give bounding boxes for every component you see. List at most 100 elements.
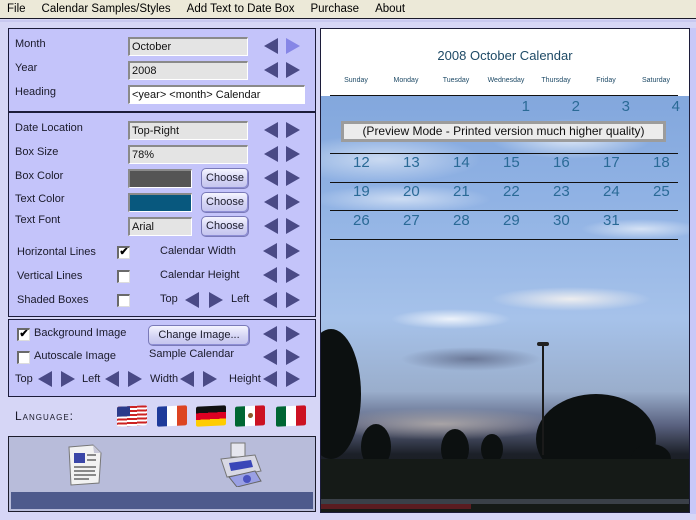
image-left-decrease-arrow-icon[interactable] bbox=[105, 371, 119, 387]
document-icon bbox=[68, 444, 102, 486]
actions-panel: Refresh Calendar! Print Calendar! bbox=[8, 436, 316, 512]
calendar-date: 22 bbox=[503, 183, 520, 200]
calendar-height-label: Calendar Height bbox=[160, 269, 240, 281]
image-top-increase-arrow-icon[interactable] bbox=[61, 371, 75, 387]
calendar-date: 13 bbox=[403, 154, 420, 171]
menu-file[interactable]: File bbox=[0, 3, 26, 15]
image-left-label: Left bbox=[82, 373, 101, 385]
text-color-next-arrow-icon[interactable] bbox=[286, 194, 300, 210]
shaded-boxes-checkbox[interactable] bbox=[117, 294, 130, 307]
autoscale-image-checkbox[interactable] bbox=[17, 351, 30, 364]
date-location-prev-arrow-icon[interactable] bbox=[264, 122, 278, 138]
background-image-label: Background Image bbox=[34, 327, 127, 339]
us-flag-icon[interactable] bbox=[117, 405, 147, 427]
window-edge bbox=[690, 28, 696, 514]
calendar-date: 2 bbox=[571, 98, 580, 115]
image-width-label: Width bbox=[150, 373, 179, 385]
lamp-pole bbox=[542, 345, 544, 455]
year-next-arrow-icon[interactable] bbox=[286, 62, 300, 78]
text-font-choose-button[interactable]: Choose bbox=[201, 216, 249, 237]
vertical-lines-checkbox[interactable] bbox=[117, 270, 130, 283]
calendar-date: 15 bbox=[503, 154, 520, 171]
image-width-decrease-arrow-icon[interactable] bbox=[180, 371, 194, 387]
sample-calendar-prev-arrow-icon[interactable] bbox=[263, 349, 277, 365]
text-font-label: Text Font bbox=[15, 214, 61, 226]
horizontal-lines-checkbox[interactable]: ✔ bbox=[117, 246, 130, 259]
year-field[interactable]: 2008 bbox=[128, 61, 248, 80]
calendar-date: 19 bbox=[353, 183, 370, 200]
calendar-top-decrease-arrow-icon[interactable] bbox=[185, 292, 199, 308]
month-prev-arrow-icon[interactable] bbox=[264, 38, 278, 54]
text-font-field[interactable]: Arial bbox=[128, 217, 192, 236]
menu-about[interactable]: About bbox=[367, 3, 405, 15]
calendar-date: 28 bbox=[453, 212, 470, 229]
france-flag-icon[interactable] bbox=[157, 405, 187, 427]
image-next-arrow-icon[interactable] bbox=[286, 326, 300, 342]
calendar-width-increase-arrow-icon[interactable] bbox=[286, 243, 300, 259]
italy-flag-icon[interactable] bbox=[276, 405, 306, 427]
calendar-row-divider bbox=[330, 239, 678, 240]
calendar-top-increase-arrow-icon[interactable] bbox=[209, 292, 223, 308]
menu-purchase[interactable]: Purchase bbox=[302, 3, 359, 15]
calendar-width-label: Calendar Width bbox=[160, 245, 236, 257]
calendar-left-increase-arrow-icon[interactable] bbox=[286, 292, 300, 308]
date-location-label: Date Location bbox=[15, 122, 83, 134]
text-color-choose-button[interactable]: Choose bbox=[201, 192, 249, 213]
text-font-next-arrow-icon[interactable] bbox=[286, 218, 300, 234]
calendar-top-label: Top bbox=[160, 293, 178, 305]
image-left-increase-arrow-icon[interactable] bbox=[128, 371, 142, 387]
text-color-prev-arrow-icon[interactable] bbox=[264, 194, 278, 210]
menu-calendar-samples-styles[interactable]: Calendar Samples/Styles bbox=[34, 3, 171, 15]
day-name-friday: Friday bbox=[596, 77, 616, 84]
box-size-next-arrow-icon[interactable] bbox=[286, 146, 300, 162]
calendar-date: 18 bbox=[653, 154, 670, 171]
month-next-arrow-icon[interactable] bbox=[286, 38, 300, 54]
calendar-height-increase-arrow-icon[interactable] bbox=[286, 267, 300, 283]
lamp-head bbox=[537, 342, 549, 346]
horizontal-lines-label: Horizontal Lines bbox=[17, 246, 96, 258]
calendar-height-decrease-arrow-icon[interactable] bbox=[263, 267, 277, 283]
calendar-date: 23 bbox=[553, 183, 570, 200]
image-height-decrease-arrow-icon[interactable] bbox=[263, 371, 277, 387]
box-color-swatch bbox=[128, 169, 192, 188]
actions-caption-bar bbox=[11, 492, 313, 509]
background-image-checkbox[interactable]: ✔ bbox=[17, 328, 30, 341]
day-name-thursday: Thursday bbox=[541, 77, 571, 84]
calendar-left-label: Left bbox=[231, 293, 250, 305]
autoscale-image-label: Autoscale Image bbox=[34, 350, 116, 362]
text-color-swatch bbox=[128, 193, 192, 212]
calendar-width-decrease-arrow-icon[interactable] bbox=[263, 243, 277, 259]
sample-calendar-next-arrow-icon[interactable] bbox=[286, 349, 300, 365]
menu-add-text-to-date-box[interactable]: Add Text to Date Box bbox=[179, 3, 295, 15]
change-image-button[interactable]: Change Image... bbox=[148, 325, 250, 346]
germany-flag-icon[interactable] bbox=[196, 405, 226, 427]
box-size-prev-arrow-icon[interactable] bbox=[264, 146, 278, 162]
calendar-date: 20 bbox=[403, 183, 420, 200]
image-height-increase-arrow-icon[interactable] bbox=[286, 371, 300, 387]
calendar-row-divider bbox=[330, 95, 678, 96]
calendar-date: 30 bbox=[553, 212, 570, 229]
image-top-label: Top bbox=[15, 373, 33, 385]
month-field[interactable]: October bbox=[128, 37, 248, 56]
heading-input[interactable]: <year> <month> Calendar bbox=[128, 85, 305, 104]
language-label: Language: bbox=[15, 409, 75, 423]
calendar-left-decrease-arrow-icon[interactable] bbox=[263, 292, 277, 308]
calendar-date: 4 bbox=[671, 98, 680, 115]
day-name-wednesday: Wednesday bbox=[487, 77, 525, 84]
tree-silhouette bbox=[321, 329, 361, 459]
mexico-flag-icon[interactable] bbox=[235, 405, 265, 427]
text-font-prev-arrow-icon[interactable] bbox=[264, 218, 278, 234]
box-color-choose-button[interactable]: Choose bbox=[201, 168, 249, 189]
calendar-date: 21 bbox=[453, 183, 470, 200]
image-top-decrease-arrow-icon[interactable] bbox=[38, 371, 52, 387]
box-color-next-arrow-icon[interactable] bbox=[286, 170, 300, 186]
date-location-next-arrow-icon[interactable] bbox=[286, 122, 300, 138]
box-size-field[interactable]: 78% bbox=[128, 145, 248, 164]
box-color-prev-arrow-icon[interactable] bbox=[264, 170, 278, 186]
date-location-field[interactable]: Top-Right bbox=[128, 121, 248, 140]
image-width-increase-arrow-icon[interactable] bbox=[203, 371, 217, 387]
year-prev-arrow-icon[interactable] bbox=[264, 62, 278, 78]
image-prev-arrow-icon[interactable] bbox=[263, 326, 277, 342]
calendar-date: 24 bbox=[603, 183, 620, 200]
printer-icon bbox=[220, 442, 262, 487]
